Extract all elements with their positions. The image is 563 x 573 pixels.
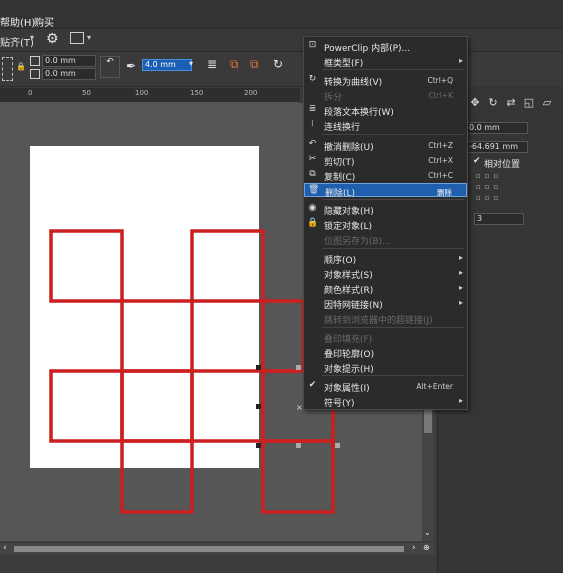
menu-item-overprint-outline[interactable]: 叠印轮廓(O)	[304, 345, 467, 360]
square	[120, 299, 194, 373]
chevron-right-icon: ▸	[458, 268, 463, 277]
lock-icon: 🔒	[307, 218, 319, 228]
chevron-right-icon: ▸	[458, 283, 463, 292]
menu-item-jump-hyperlink[interactable]: 跳转到浏览器中的超链接(J)	[304, 311, 467, 326]
menu-item-save-bitmap[interactable]: 位图另存为(B)...	[304, 232, 467, 247]
copy-icon: ⧉	[309, 169, 316, 179]
trash-icon: 🗑	[308, 185, 320, 195]
menu-item-frame-type[interactable]: 框类型(F) ▸	[304, 54, 467, 69]
square	[261, 439, 335, 514]
anchor-grid[interactable]: ▫▫▫	[476, 194, 502, 202]
scroll-thumb[interactable]	[14, 546, 404, 552]
chevron-right-icon[interactable]: ›	[412, 543, 416, 553]
chevron-right-icon: ▸	[458, 253, 463, 262]
chevron-left-icon[interactable]: ‹	[3, 543, 7, 553]
menu-item-convert-curves[interactable]: ↻ 转换为曲线(V) Ctrl+Q	[304, 73, 467, 88]
connector-icon: ⧘	[311, 119, 314, 129]
mirror-icon[interactable]: ⇄	[504, 96, 518, 110]
menu-separator	[322, 199, 464, 200]
menu-item-order[interactable]: 顺序(O) ▸	[304, 251, 467, 266]
size-icon[interactable]: ◱	[522, 96, 536, 110]
relative-position-label: 相对位置	[484, 160, 521, 170]
rotate-icon[interactable]: ↻	[486, 96, 500, 110]
menu-item-object-hints[interactable]: 对象提示(H)	[304, 360, 467, 375]
square	[49, 369, 124, 443]
menu-item-internet-link[interactable]: 因特网链接(N) ▸	[304, 296, 467, 311]
menu-item-symbol[interactable]: 符号(Y) ▸	[304, 394, 467, 409]
check-icon[interactable]: ✔	[473, 156, 481, 166]
square	[49, 229, 124, 303]
skew-icon[interactable]: ▱	[540, 96, 554, 110]
selection-handles	[256, 365, 261, 448]
menu-separator	[322, 134, 464, 135]
menu-item-undo-delete[interactable]: ↶ 撤消删除(U) Ctrl+Z	[304, 138, 467, 153]
anchor-grid[interactable]: ▫▫▫	[476, 183, 502, 191]
check-icon: ✔	[308, 380, 317, 390]
position-x-field[interactable]: 0.0 mm	[466, 122, 528, 134]
menu-item-copy[interactable]: ⧉ 复制(C) Ctrl+C	[304, 168, 467, 183]
menu-item-overprint-fill[interactable]: 叠印填充(F)	[304, 330, 467, 345]
move-icon[interactable]: ✥	[468, 96, 482, 110]
horizontal-scrollbar[interactable]: ‹ › ⊕	[0, 543, 434, 555]
center-mark: ×	[296, 403, 303, 412]
chevron-right-icon: ▸	[458, 56, 463, 65]
menu-item-powerclip[interactable]: ⊡ PowerClip 内部(P)...	[304, 39, 467, 54]
menu-item-cut[interactable]: ✂ 剪切(T) Ctrl+X	[304, 153, 467, 168]
menu-item-lock-object[interactable]: 🔒 锁定对象(L)	[304, 217, 467, 232]
position-y-field[interactable]: -64.691 mm	[466, 141, 528, 153]
menu-separator	[322, 248, 464, 249]
menu-item-object-styles[interactable]: 对象样式(S) ▸	[304, 266, 467, 281]
square	[261, 299, 305, 373]
menu-item-connector-wrap[interactable]: ⧘ 连线换行	[304, 118, 467, 133]
square	[190, 229, 265, 303]
menu-item-object-properties[interactable]: ✔ 对象属性(I) Alt+Enter	[304, 379, 467, 394]
undo-icon: ↶	[308, 139, 317, 149]
powerclip-icon: ⊡	[308, 40, 317, 50]
anchor-grid[interactable]: ▫▫▫	[476, 172, 502, 180]
chevron-right-icon: ▸	[458, 396, 463, 405]
convert-curve-icon: ↻	[308, 74, 317, 84]
cut-icon: ✂	[308, 154, 317, 164]
context-menu: ⊡ PowerClip 内部(P)... 框类型(F) ▸ ↻ 转换为曲线(V)…	[303, 36, 468, 410]
square	[190, 369, 265, 443]
hide-icon: ◉	[308, 203, 317, 213]
chevron-right-icon: ▸	[458, 298, 463, 307]
menu-item-delete[interactable]: 🗑 删除(L) 删除	[304, 183, 467, 199]
menu-separator	[322, 327, 464, 328]
menu-separator	[322, 69, 464, 70]
square	[120, 439, 194, 514]
menu-item-color-styles[interactable]: 颜色样式(R) ▸	[304, 281, 467, 296]
copies-field[interactable]: 3	[474, 213, 524, 225]
square	[120, 369, 194, 443]
menu-item-break-apart[interactable]: 拆分 Ctrl+K	[304, 88, 467, 103]
chevron-down-icon[interactable]: ⌄	[424, 528, 431, 537]
menu-separator	[322, 375, 464, 376]
wrap-text-icon: ≣	[308, 104, 317, 114]
menu-item-hide-object[interactable]: ◉ 隐藏对象(H)	[304, 202, 467, 217]
zoom-icon[interactable]: ⊕	[423, 543, 430, 552]
menu-item-wrap-text[interactable]: ≣ 段落文本换行(W)	[304, 103, 467, 118]
